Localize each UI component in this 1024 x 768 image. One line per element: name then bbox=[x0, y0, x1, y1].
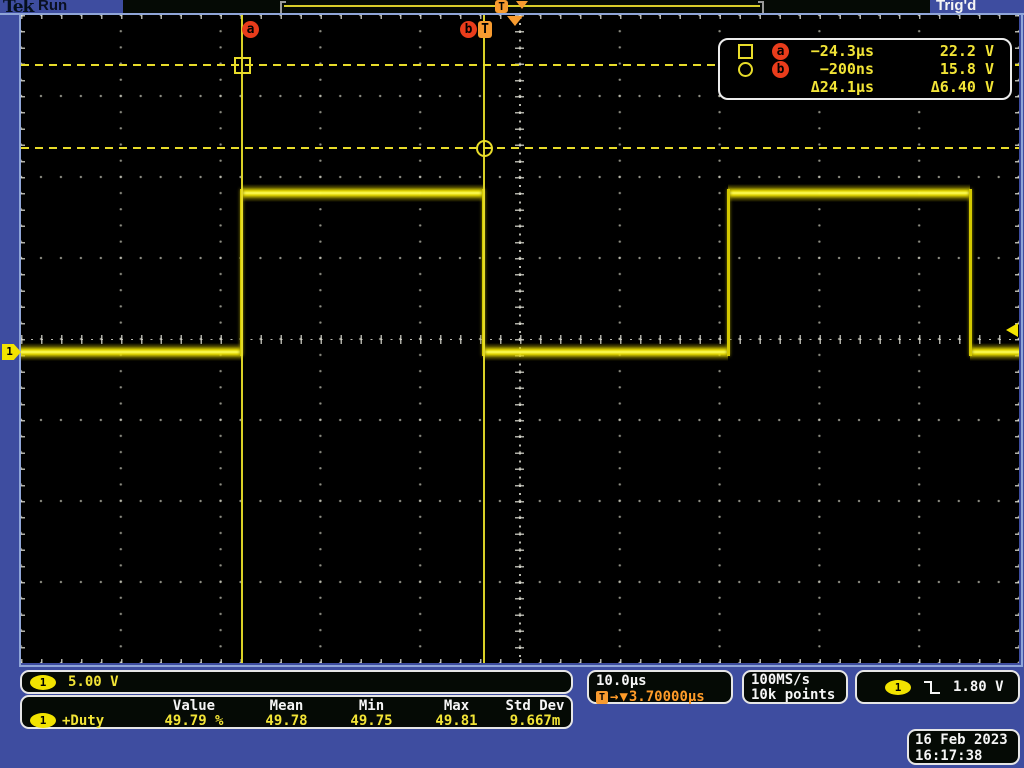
measurement-readout: Value Mean Min Max Std Dev 1 +Duty 49.79… bbox=[20, 695, 573, 729]
graticule: a b T bbox=[21, 15, 1019, 663]
trigger-position-triangle-icon bbox=[507, 16, 523, 26]
circle-cursor-icon bbox=[738, 62, 753, 77]
cursor-b-hline[interactable] bbox=[21, 147, 1019, 149]
channel1-scale: 5.00 V bbox=[68, 674, 119, 690]
meas-value: 49.79 % bbox=[144, 713, 244, 729]
falling-edge-slope-icon bbox=[923, 680, 941, 695]
acquisition-readout: 100MS/s 10k points bbox=[742, 670, 848, 704]
horizontal-scale: 10.0µs bbox=[596, 673, 731, 689]
trace-segment bbox=[241, 184, 483, 202]
cursor-delta-time: Δ24.1µs bbox=[804, 78, 900, 96]
square-cursor-icon bbox=[738, 44, 753, 59]
cursor-a-square-marker bbox=[234, 57, 251, 74]
cursor-a-volt: 22.2 V bbox=[900, 42, 1000, 60]
meas-min: 49.75 bbox=[329, 713, 414, 729]
oscilloscope-screen: Tek Run T Trig'd a b T 1 bbox=[0, 0, 1024, 768]
trace-segment bbox=[970, 343, 1019, 361]
trigger-t-icon: T bbox=[596, 691, 608, 704]
time-label: 16:17:38 bbox=[915, 748, 1018, 764]
trigger-source-badge: 1 bbox=[885, 680, 911, 695]
trigger-level: 1.80 V bbox=[953, 679, 1004, 695]
triangle-down-icon: ▼ bbox=[619, 689, 627, 705]
cursor-b-volt: 15.8 V bbox=[900, 60, 1000, 78]
acquisition-status: Run bbox=[38, 0, 67, 14]
channel1-scale-readout[interactable]: 1 5.00 V bbox=[20, 670, 573, 694]
top-status-bar: Tek Run T Trig'd bbox=[0, 0, 1024, 13]
horizontal-readout[interactable]: 10.0µs T → ▼ 3.70000µs bbox=[587, 670, 733, 704]
cursor-a-time: −24.3µs bbox=[804, 42, 900, 60]
cursor-a-badge: a bbox=[772, 43, 789, 60]
trigger-status: Trig'd bbox=[936, 0, 976, 14]
cursor-b-badge: b bbox=[772, 61, 789, 78]
trigger-position-value: 3.70000µs bbox=[629, 689, 705, 705]
trace-segment bbox=[728, 184, 970, 202]
meas-header-mean: Mean bbox=[244, 698, 329, 714]
record-view-strip: T bbox=[123, 0, 930, 13]
meas-max: 49.81 bbox=[414, 713, 499, 729]
trigger-readout[interactable]: 1 1.80 V bbox=[855, 670, 1020, 704]
cursor-b-badge: b bbox=[460, 21, 477, 38]
sample-rate: 100MS/s bbox=[751, 673, 846, 688]
trace-edge bbox=[727, 189, 730, 356]
meas-mean: 49.78 bbox=[244, 713, 329, 729]
meas-header-max: Max bbox=[414, 698, 499, 714]
cursor-delta-volt: Δ6.40 V bbox=[900, 78, 1000, 96]
cursor-a-vline[interactable] bbox=[241, 15, 243, 663]
cursor-b-trigger-badge: T bbox=[478, 21, 492, 38]
cursor-b-vline[interactable] bbox=[483, 15, 485, 663]
channel1-badge: 1 bbox=[30, 675, 56, 690]
trace-edge bbox=[969, 189, 972, 356]
meas-header-min: Min bbox=[329, 698, 414, 714]
cursor-b-time: −200ns bbox=[804, 60, 900, 78]
meas-header-stddev: Std Dev bbox=[499, 698, 571, 714]
cursor-readout-box: a −24.3µs 22.2 V b −200ns 15.8 V Δ24.1µs… bbox=[718, 38, 1012, 100]
channel1-badge: 1 bbox=[30, 713, 56, 728]
meas-row-name: 1 +Duty bbox=[22, 713, 144, 729]
trace-segment bbox=[21, 343, 241, 361]
trace-segment bbox=[483, 343, 728, 361]
center-horizontal-axis bbox=[21, 339, 1019, 341]
trigger-level-arrow-icon bbox=[1006, 323, 1018, 337]
cursor-a-badge: a bbox=[242, 21, 259, 38]
record-trigger-triangle-icon bbox=[516, 1, 528, 9]
meas-stddev: 9.667m bbox=[499, 713, 571, 729]
record-trigger-t-icon: T bbox=[495, 0, 508, 13]
datetime-readout: 16 Feb 2023 16:17:38 bbox=[907, 729, 1020, 765]
meas-header-value: Value bbox=[144, 698, 244, 714]
arrow-right-icon: → bbox=[610, 689, 618, 705]
meas-name-label: +Duty bbox=[62, 713, 104, 729]
cursor-b-circle-marker bbox=[476, 140, 493, 157]
record-length: 10k points bbox=[751, 688, 846, 703]
date-label: 16 Feb 2023 bbox=[915, 732, 1018, 748]
